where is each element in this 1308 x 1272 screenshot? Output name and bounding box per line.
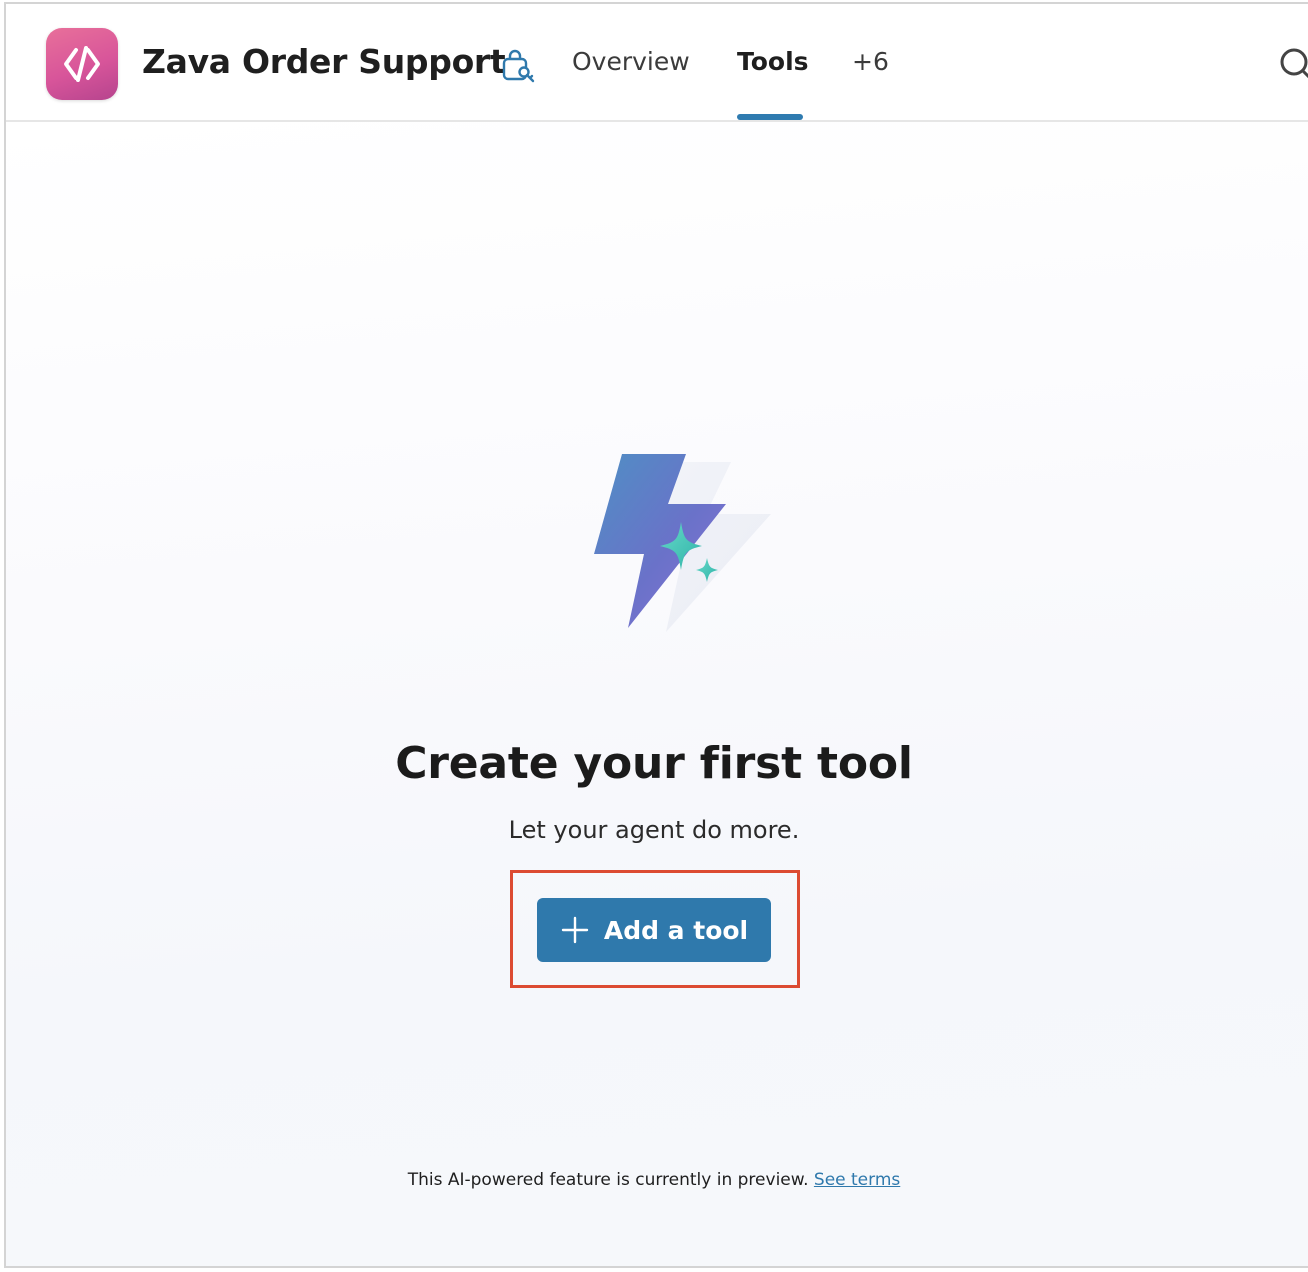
lightning-sparkle-icon	[594, 454, 771, 632]
preview-disclaimer: This AI-powered feature is currently in …	[6, 1170, 1302, 1190]
see-terms-link[interactable]: See terms	[814, 1170, 900, 1190]
plus-icon	[561, 916, 589, 944]
top-bar: Zava Order Support Overview Tools +6	[6, 4, 1308, 122]
tab-tools[interactable]: Tools	[737, 47, 809, 76]
search-icon[interactable]	[1276, 44, 1308, 84]
code-brackets-icon	[64, 46, 100, 82]
tools-empty-state: Create your first tool Let your agent do…	[6, 122, 1308, 1266]
empty-state-subtitle: Let your agent do more.	[508, 816, 800, 844]
add-tool-button[interactable]: Add a tool	[537, 898, 771, 962]
app-logo	[46, 28, 118, 100]
empty-state-title: Create your first tool	[395, 738, 913, 789]
tab-overview[interactable]: Overview	[572, 47, 690, 76]
add-tool-button-label: Add a tool	[603, 915, 749, 945]
app-window: Zava Order Support Overview Tools +6 Cre…	[4, 2, 1308, 1268]
preview-disclaimer-text: This AI-powered feature is currently in …	[407, 1170, 809, 1190]
active-tab-indicator	[737, 114, 803, 120]
tab-overflow-more[interactable]: +6	[852, 47, 889, 76]
page-title: Zava Order Support	[142, 42, 506, 81]
briefcase-key-icon[interactable]	[500, 48, 536, 84]
